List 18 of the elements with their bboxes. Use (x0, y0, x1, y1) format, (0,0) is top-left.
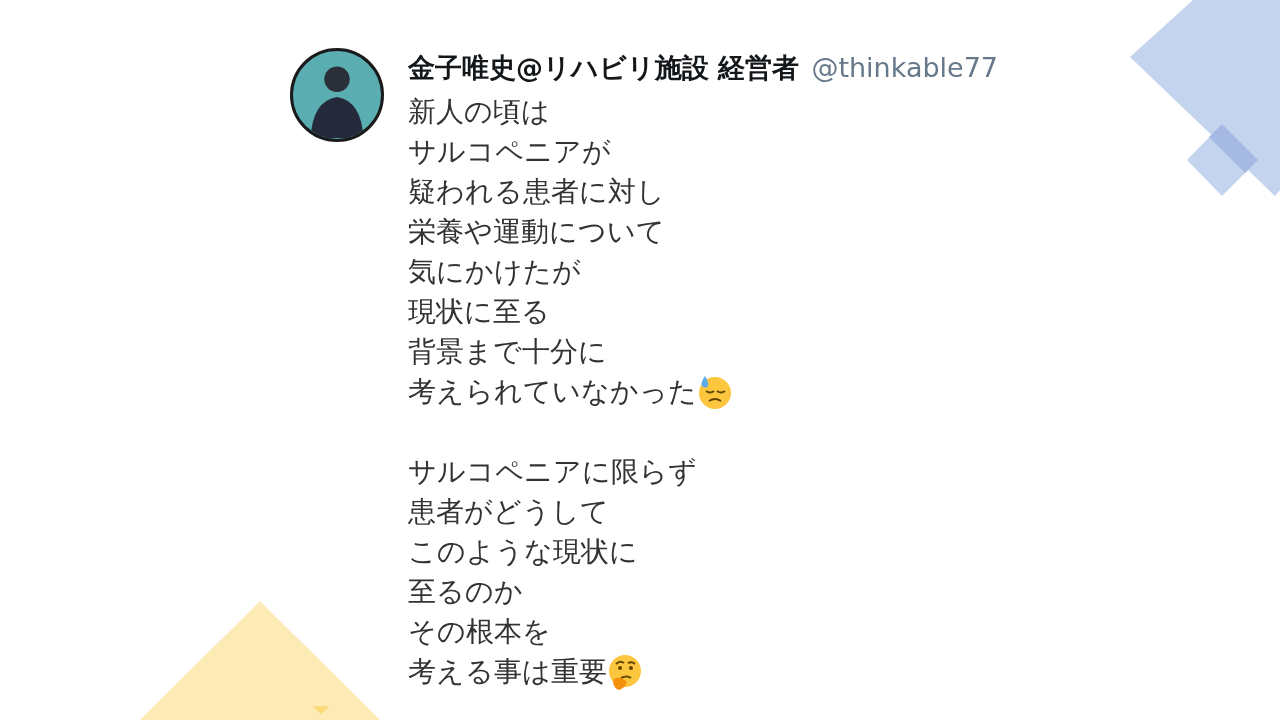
tweet-text-line: このような現状に (408, 534, 638, 570)
author-name: 金子唯史@リハビリ施設 経営者 (408, 51, 800, 85)
tweet-text-line: 気にかけたが (408, 254, 581, 290)
author-handle: @thinkable77 (811, 51, 999, 85)
tweet-text-line: 考える事は重要 (408, 654, 607, 690)
tweet-text-line: 新人の頃は (408, 94, 550, 130)
tweet-text-line: 疑われる患者に対し (408, 174, 665, 210)
sweat-face-icon (697, 374, 733, 410)
tweet-text-line: 背景まで十分に (408, 334, 607, 370)
tweet-text-line: 考えられていなかった (408, 374, 697, 410)
thinking-face-icon (607, 654, 643, 690)
tweet-text-line: 患者がどうして (408, 494, 609, 530)
tweet-text-line: サルコペニアに限らず (408, 454, 697, 490)
tweet-text-line: 栄養や運動について (408, 214, 665, 250)
tweet-text-line: 現状に至る (408, 294, 550, 330)
tweet-text-line: サルコペニアが (408, 134, 611, 170)
tweet-text-line: その根本を (408, 614, 551, 650)
tweet-text-line: 至るのか (408, 574, 523, 610)
